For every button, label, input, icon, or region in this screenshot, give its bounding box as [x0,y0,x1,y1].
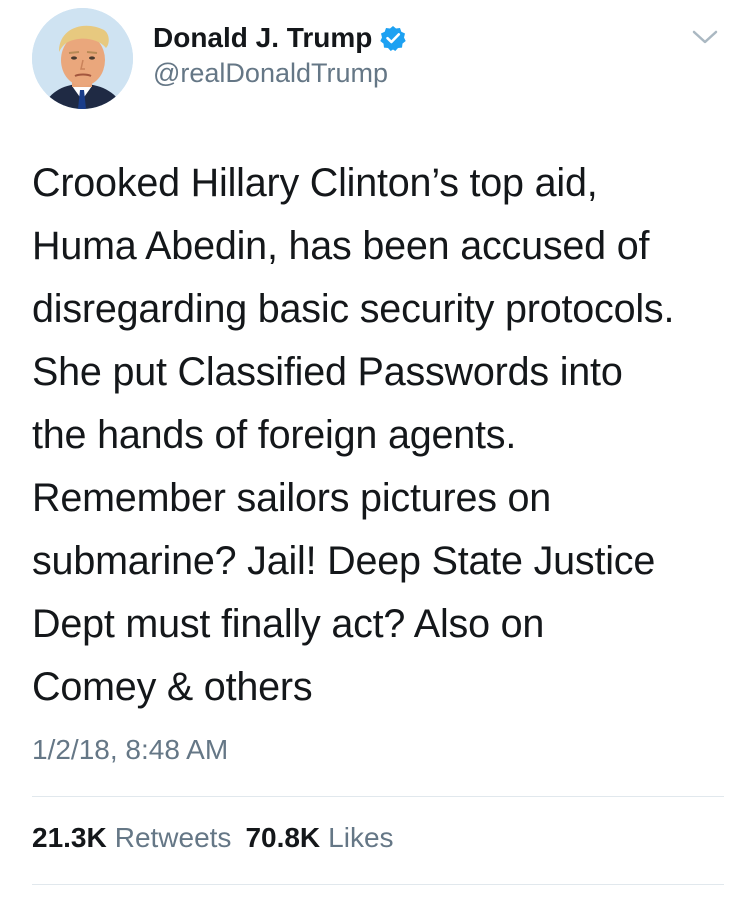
likes-stat[interactable]: 70.8K Likes [245,822,393,854]
chevron-down-icon[interactable] [688,24,722,50]
name-row: Donald J. Trump [153,18,407,58]
tweet-timestamp[interactable]: 1/2/18, 8:48 AM [32,734,228,766]
divider-bottom [32,884,724,885]
likes-count: 70.8K [245,822,321,853]
retweets-count: 21.3K [32,822,107,853]
retweets-stat[interactable]: 21.3K Retweets [32,822,231,854]
avatar-image [32,8,133,109]
user-handle[interactable]: @realDonaldTrump [153,58,388,89]
retweets-label: Retweets [114,822,232,853]
tweet-card: Donald J. Trump @realDonaldTrump Crooked… [0,0,750,902]
display-name[interactable]: Donald J. Trump [153,22,372,54]
avatar[interactable] [32,8,133,109]
divider-top [32,796,724,797]
engagement-stats: 21.3K Retweets 70.8K Likes [32,822,394,854]
tweet-text: Crooked Hillary Clinton’s top aid, Huma … [32,161,675,709]
likes-label: Likes [328,822,394,853]
verified-badge-icon [380,25,407,51]
